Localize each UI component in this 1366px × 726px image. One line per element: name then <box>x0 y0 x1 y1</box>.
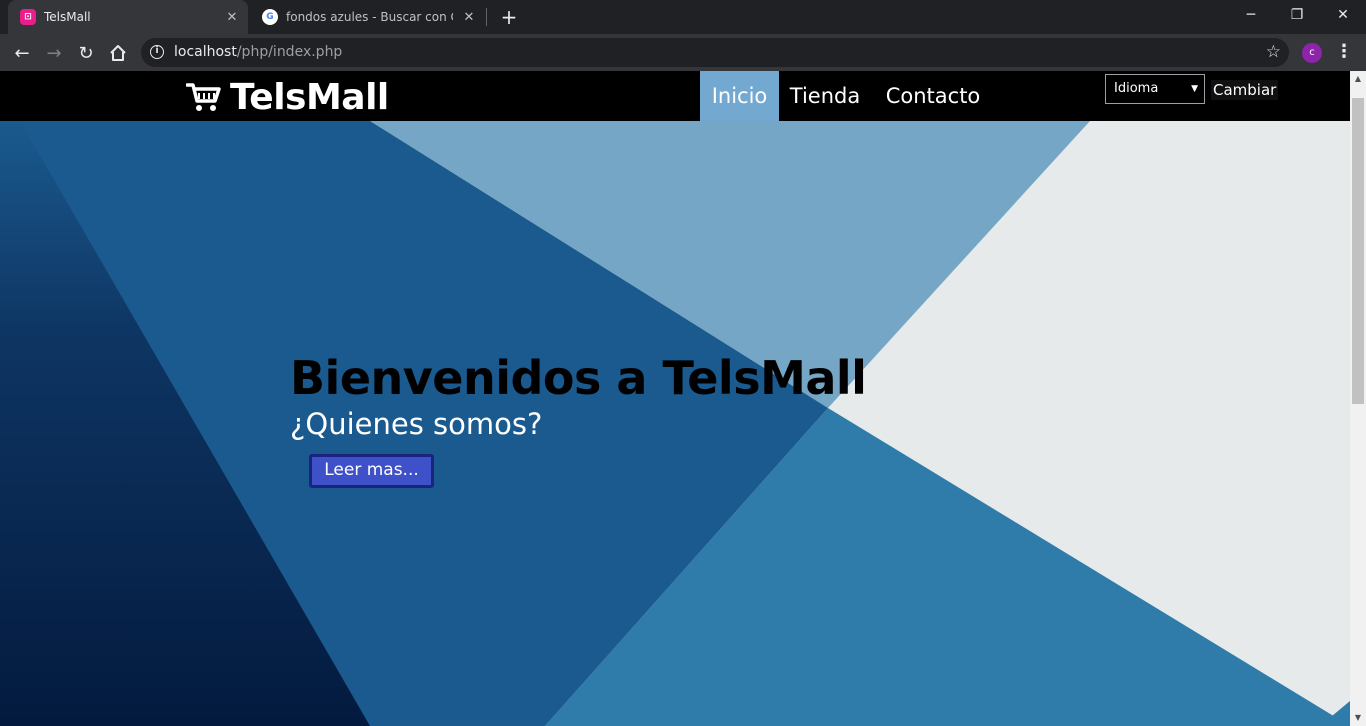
url-path: /php/index.php <box>236 44 343 60</box>
profile-avatar[interactable]: c <box>1302 43 1322 63</box>
browser-toolbar: ← → ↻ i localhost/php/index.php ☆ c ⋮ <box>0 34 1366 71</box>
tab-divider <box>486 8 487 26</box>
telsmall-favicon-icon: ⊡ <box>20 9 36 25</box>
site-logo[interactable]: TelsMall <box>186 76 389 118</box>
tab-telsmall[interactable]: ⊡ TelsMall ✕ <box>8 0 248 34</box>
minimize-button[interactable]: ─ <box>1228 0 1274 30</box>
scrollbar-thumb[interactable] <box>1352 98 1364 404</box>
back-button[interactable]: ← <box>8 39 36 67</box>
nav-item-tienda[interactable]: Tienda <box>779 71 871 121</box>
close-window-button[interactable]: ✕ <box>1320 0 1366 30</box>
page-scrollbar[interactable]: ▲ ▼ <box>1350 71 1366 726</box>
home-button[interactable] <box>104 39 132 67</box>
language-select[interactable]: Idioma ▼ <box>1105 74 1205 104</box>
reload-button[interactable]: ↻ <box>72 39 100 67</box>
hero-title: Bienvenidos a TelsMall <box>290 351 867 405</box>
tab-google-search[interactable]: G fondos azules - Buscar con Google ✕ <box>250 0 485 34</box>
tab-strip: ⊡ TelsMall ✕ G fondos azules - Buscar co… <box>0 0 1366 34</box>
forward-button[interactable]: → <box>40 39 68 67</box>
site-info-icon[interactable]: i <box>150 45 164 59</box>
brand-name: TelsMall <box>230 76 389 118</box>
home-icon <box>110 45 126 61</box>
nav-item-inicio[interactable]: Inicio <box>700 71 779 121</box>
bookmark-star-icon[interactable]: ☆ <box>1266 42 1281 62</box>
scroll-down-icon[interactable]: ▼ <box>1350 710 1366 726</box>
site-navbar: TelsMall Inicio Tienda Contacto Idioma ▼… <box>0 71 1350 121</box>
new-tab-button[interactable]: + <box>498 6 520 28</box>
tab-title: fondos azules - Buscar con Google <box>286 10 453 24</box>
nav-item-contacto[interactable]: Contacto <box>871 71 995 121</box>
read-more-button[interactable]: Leer mas... <box>309 454 434 488</box>
change-language-button[interactable]: Cambiar <box>1211 80 1279 100</box>
url-host: localhost <box>174 44 237 60</box>
language-select-value: Idioma <box>1114 81 1159 96</box>
page-viewport: TelsMall Inicio Tienda Contacto Idioma ▼… <box>0 71 1366 726</box>
google-favicon-icon: G <box>262 9 278 25</box>
scroll-up-icon[interactable]: ▲ <box>1350 71 1366 87</box>
dropdown-caret-icon: ▼ <box>1191 84 1198 94</box>
browser-menu-icon[interactable]: ⋮ <box>1334 43 1354 63</box>
tab-title: TelsMall <box>44 10 91 24</box>
address-bar[interactable]: i localhost/php/index.php ☆ <box>141 38 1289 67</box>
url-text[interactable]: localhost/php/index.php <box>174 44 342 60</box>
shopping-cart-icon <box>186 83 221 111</box>
hero-subtitle: ¿Quienes somos? <box>290 407 543 441</box>
close-tab-icon[interactable]: ✕ <box>461 9 477 25</box>
close-tab-icon[interactable]: ✕ <box>224 9 240 25</box>
restore-button[interactable]: ❐ <box>1274 0 1320 30</box>
